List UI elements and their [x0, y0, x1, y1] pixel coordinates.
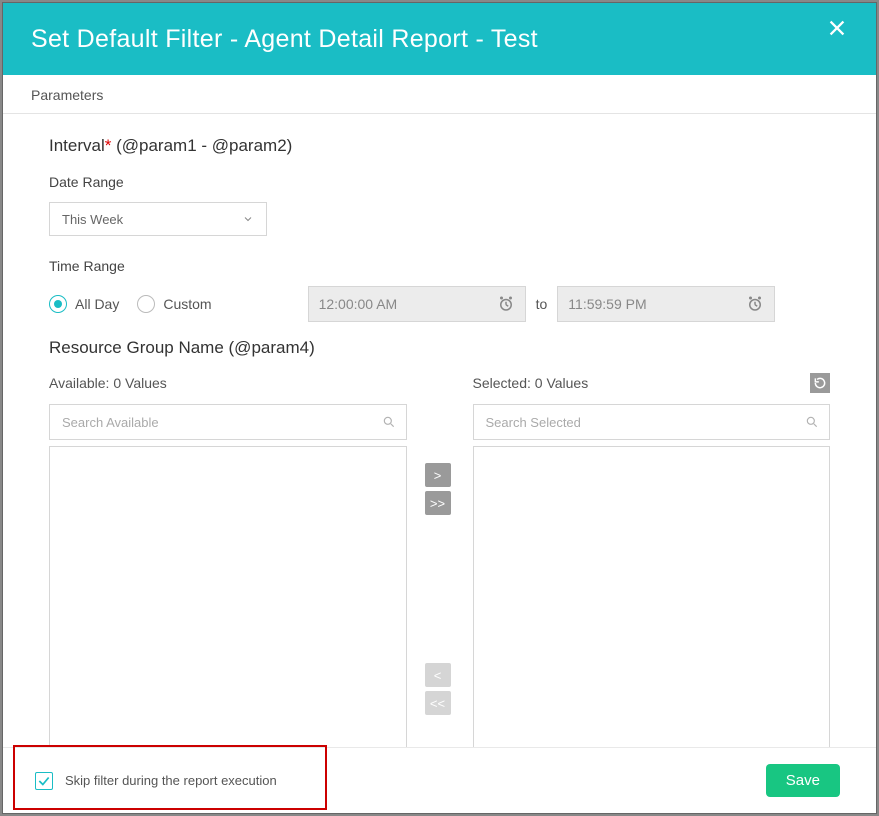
dual-list: Available: 0 Values > >> < <<: [49, 372, 830, 747]
radio-icon: [49, 295, 67, 313]
search-icon: [805, 415, 819, 429]
transfer-buttons: > >> < <<: [425, 372, 455, 747]
skip-filter-label: Skip filter during the report execution: [65, 773, 277, 788]
time-to-value: 11:59:59 PM: [568, 296, 646, 312]
time-from-input[interactable]: 12:00:00 AM: [308, 286, 526, 322]
add-all-button[interactable]: >>: [425, 491, 451, 515]
radio-icon: [137, 295, 155, 313]
modal-body: Interval* (@param1 - @param2) Date Range…: [3, 114, 876, 747]
available-column: Available: 0 Values: [49, 372, 407, 747]
skip-filter-checkbox[interactable]: [35, 772, 53, 790]
remove-button[interactable]: <: [425, 663, 451, 687]
check-icon: [37, 774, 51, 788]
interval-label: Interval: [49, 136, 105, 155]
search-available[interactable]: [49, 404, 407, 440]
modal-header: Set Default Filter - Agent Detail Report…: [3, 3, 876, 75]
clock-icon: [746, 295, 764, 313]
search-available-input[interactable]: [60, 414, 382, 431]
radio-custom-label: Custom: [163, 296, 211, 312]
available-listbox[interactable]: [49, 446, 407, 747]
close-button[interactable]: [826, 17, 848, 43]
search-selected-input[interactable]: [484, 414, 806, 431]
date-range-select[interactable]: This Week: [49, 202, 267, 236]
available-label: Available: 0 Values: [49, 375, 167, 391]
remove-all-button[interactable]: <<: [425, 691, 451, 715]
date-range-label: Date Range: [49, 174, 830, 190]
close-icon: [826, 17, 848, 39]
radio-all-day-label: All Day: [75, 296, 119, 312]
interval-params: (@param1 - @param2): [111, 136, 292, 155]
tab-parameters[interactable]: Parameters: [3, 75, 876, 114]
time-range-radio-group: All Day Custom: [49, 295, 212, 313]
save-button[interactable]: Save: [766, 764, 840, 797]
clock-icon: [497, 295, 515, 313]
time-from-value: 12:00:00 AM: [319, 296, 398, 312]
selected-listbox[interactable]: [473, 446, 831, 747]
to-label: to: [536, 296, 548, 312]
refresh-button[interactable]: [810, 373, 830, 393]
time-inputs: 12:00:00 AM to 11:59:59 PM: [308, 286, 776, 322]
time-to-input[interactable]: 11:59:59 PM: [557, 286, 775, 322]
radio-all-day[interactable]: All Day: [49, 295, 119, 313]
time-range-label: Time Range: [49, 258, 830, 274]
date-range-value: This Week: [62, 212, 123, 227]
search-selected[interactable]: [473, 404, 831, 440]
skip-filter-row: Skip filter during the report execution: [35, 772, 277, 790]
selected-label: Selected: 0 Values: [473, 375, 589, 391]
search-icon: [382, 415, 396, 429]
resource-group-title: Resource Group Name (@param4): [49, 338, 830, 358]
interval-title: Interval* (@param1 - @param2): [49, 136, 830, 156]
chevron-down-icon: [242, 213, 254, 225]
modal-dialog: Set Default Filter - Agent Detail Report…: [2, 2, 877, 814]
add-button[interactable]: >: [425, 463, 451, 487]
radio-custom[interactable]: Custom: [137, 295, 211, 313]
selected-column: Selected: 0 Values: [473, 372, 831, 747]
refresh-icon: [813, 376, 827, 390]
modal-title: Set Default Filter - Agent Detail Report…: [31, 25, 538, 54]
time-range-row: All Day Custom 12:00:00 AM: [49, 286, 830, 322]
modal-footer: Skip filter during the report execution …: [3, 747, 876, 813]
body-scroll[interactable]: Interval* (@param1 - @param2) Date Range…: [3, 114, 876, 747]
